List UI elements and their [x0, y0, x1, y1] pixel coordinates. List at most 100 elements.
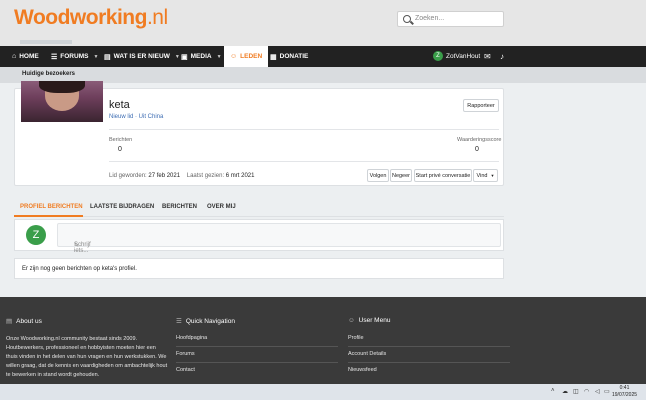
nav-label: WAT IS ER NIEUW [113, 53, 170, 60]
members-icon: ☺ [230, 53, 238, 60]
user-icon: ☺ [348, 317, 355, 324]
logo-main: Woodworking [14, 6, 147, 29]
site-logo[interactable]: Woodworking.nl [14, 6, 168, 30]
nav-item-forums[interactable]: ☰ FORUMS ▼ [51, 46, 98, 67]
stat-label-reaction-score: Waarderingsscore [457, 137, 502, 143]
status-composer: Z ✎ Schrijf iets... [14, 219, 504, 254]
search-input[interactable]: Zoeken... [397, 11, 504, 27]
subnav-current-visitors[interactable]: Huidige bezoekers [22, 71, 75, 77]
account-menu[interactable]: Z ZotVanHout [433, 51, 480, 61]
site-header: Woodworking.nl Zoeken... [0, 0, 646, 46]
footer-usermenu-title: ☺ User Menu [348, 317, 390, 324]
placeholder-text: Schrijf iets... [74, 242, 91, 254]
footer-link-account-details[interactable]: Account Details [348, 351, 386, 357]
last-seen-value: 6 mrt 2021 [225, 173, 255, 179]
stat-value-messages[interactable]: 0 [118, 146, 122, 153]
clock-time: 0:41 [619, 385, 630, 391]
wifi-icon[interactable]: ◠ [584, 388, 589, 395]
clock-date: 19/07/2025 [612, 392, 638, 398]
stat-label-messages: Berichten [109, 137, 133, 143]
empty-posts-message: Er zijn nog geen berichten op keta's pro… [14, 258, 504, 279]
chevron-down-icon: ▼ [216, 53, 222, 60]
profile-avatar[interactable] [21, 81, 103, 122]
divider [109, 129, 499, 130]
account-username: ZotVanHout [446, 52, 481, 60]
network-icon[interactable]: ◫ [573, 388, 579, 395]
start-conversation-button[interactable]: Start privé conversatie [414, 169, 472, 182]
volume-icon[interactable]: ◁ [595, 388, 600, 395]
nav-item-members[interactable]: ☺ LEDEN [224, 46, 269, 67]
find-button[interactable]: Vind ▼ [473, 169, 498, 182]
divider [348, 362, 510, 363]
last-seen-label: Laatst gezien: [186, 173, 225, 179]
footer-about-text: Onze Woodworking.nl community bestaat si… [6, 336, 168, 378]
divider [348, 346, 510, 347]
nav-item-donate[interactable]: ▦ DONATIE [270, 46, 308, 67]
empty-message-text: Er zijn nog geen berichten op keta's pro… [22, 266, 137, 272]
nav-label: HOME [19, 53, 39, 60]
nav-item-home[interactable]: ⌂ HOME [12, 46, 39, 67]
avatar[interactable]: Z [26, 225, 46, 245]
avatar: Z [433, 51, 443, 61]
taskbar-clock[interactable]: 0:41 19/07/2025 [612, 385, 637, 399]
donate-icon: ▦ [270, 53, 277, 61]
menu-icon: ☰ [176, 318, 182, 325]
stat-value-reaction-score: 0 [475, 146, 479, 153]
footer-link-home[interactable]: Hoofdpagina [176, 335, 207, 341]
footer-link-forums[interactable]: Forums [176, 351, 195, 357]
footer-about-title: ▤ About us [6, 317, 42, 325]
footer-link-profile[interactable]: Profile [348, 335, 364, 341]
inbox-icon[interactable]: ✉ [484, 52, 491, 61]
joined-label: Lid geworden: [109, 173, 147, 179]
tab-about[interactable]: OVER MIJ [207, 204, 236, 210]
follow-button[interactable]: Volgen [367, 169, 389, 182]
tab-latest-activity[interactable]: LAATSTE BIJDRAGEN [90, 204, 154, 210]
footer-heading: Quick Navigation [185, 318, 235, 325]
logo-tld: .nl [146, 6, 168, 29]
logo-underline [20, 40, 72, 44]
news-icon: ▤ [104, 53, 111, 61]
chevron-down-icon: ▼ [93, 53, 99, 60]
tab-postings[interactable]: BERICHTEN [162, 204, 197, 210]
divider [176, 362, 338, 363]
profile-username: keta [109, 99, 130, 111]
joined-value: 27 feb 2021 [148, 173, 181, 179]
profile-dates: Lid geworden: 27 feb 2021 Laatst gezien:… [109, 173, 254, 179]
bell-icon[interactable]: ♪ [500, 52, 504, 61]
footer-link-newsfeed[interactable]: Nieuwsfeed [348, 367, 377, 373]
ignore-button[interactable]: Negeer [390, 169, 412, 182]
os-taskbar: ˄ ☁ ◫ ◠ ◁ ▭ 0:41 19/07/2025 [0, 384, 646, 400]
search-placeholder: Zoeken... [415, 15, 445, 22]
report-button[interactable]: Rapporteer [463, 99, 499, 112]
nav-item-media[interactable]: ▣ MEDIA ▼ [181, 46, 222, 67]
nav-label: DONATIE [279, 53, 309, 60]
nav-label: MEDIA [190, 53, 212, 60]
chevron-down-icon: ▼ [174, 53, 180, 60]
nav-label: LEDEN [240, 53, 263, 60]
avatar-hair [39, 81, 85, 93]
profile-card: keta Nieuw lid · Uit China Rapporteer Be… [14, 81, 504, 186]
main-nav: ⌂ HOME ☰ FORUMS ▼ ▤ WAT IS ER NIEUW ▼ ▣ … [0, 46, 646, 67]
active-tab-indicator [14, 215, 83, 217]
forum-icon: ☰ [51, 53, 58, 61]
site-footer: ▤ About us Onze Woodworking.nl community … [0, 297, 646, 384]
chevron-up-icon[interactable]: ˄ [551, 388, 555, 394]
battery-icon[interactable]: ▭ [604, 388, 610, 395]
chevron-down-icon: ▼ [490, 173, 495, 178]
profile-tabs: PROFIEL BERICHTEN LAATSTE BIJDRAGEN BERI… [14, 200, 504, 217]
cloud-icon[interactable]: ☁ [562, 388, 568, 395]
footer-link-contact[interactable]: Contact [176, 367, 195, 373]
profile-subtitle[interactable]: Nieuw lid · Uit China [109, 114, 163, 120]
tab-profile-posts[interactable]: PROFIEL BERICHTEN [20, 204, 83, 210]
info-icon: ▤ [6, 318, 13, 325]
footer-quicknav-title: ☰ Quick Navigation [176, 317, 235, 325]
search-icon [403, 15, 411, 23]
nav-item-whats-new[interactable]: ▤ WAT IS ER NIEUW ▼ [104, 46, 180, 67]
divider [109, 161, 499, 162]
find-label: Vind [476, 172, 488, 179]
home-icon: ⌂ [12, 53, 17, 60]
media-icon: ▣ [181, 53, 188, 61]
status-input[interactable]: ✎ Schrijf iets... [57, 223, 501, 254]
divider [176, 346, 338, 347]
footer-heading: About us [16, 318, 42, 325]
